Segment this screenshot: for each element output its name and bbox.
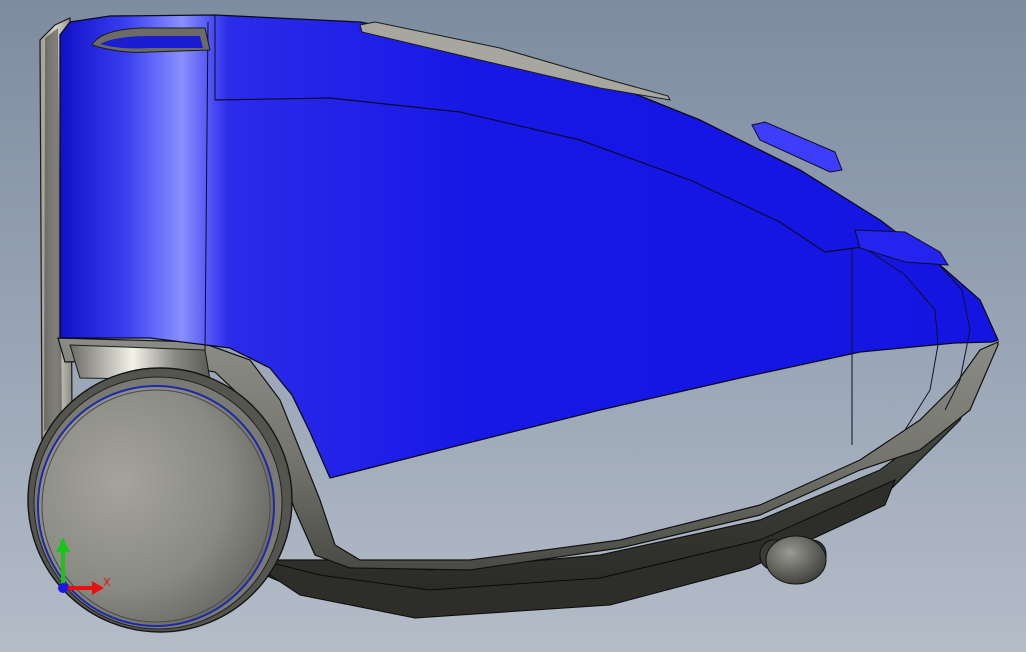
coordinate-triad: Y X <box>56 536 111 595</box>
x-axis-label: X <box>103 576 111 589</box>
triad-origin <box>58 583 68 593</box>
x-axis-arrow <box>63 581 104 595</box>
y-axis-label: Y <box>57 536 65 549</box>
graphics-viewport[interactable]: Y X <box>0 0 1026 652</box>
